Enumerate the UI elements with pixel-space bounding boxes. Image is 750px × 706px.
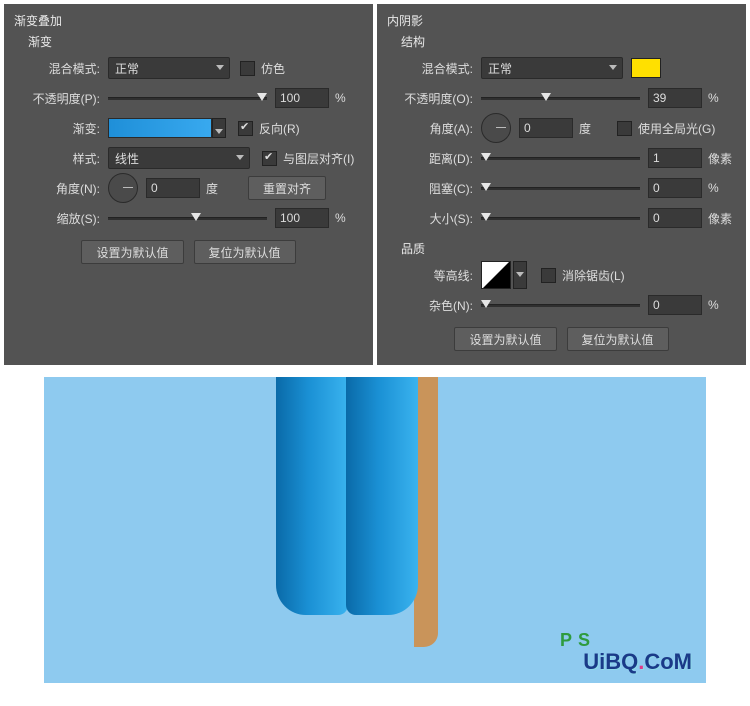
opacity-slider[interactable] — [108, 91, 267, 105]
opacity-slider[interactable] — [481, 91, 640, 105]
reset-align-button[interactable]: 重置对齐 — [248, 176, 326, 200]
gradient-label: 渐变: — [14, 120, 108, 137]
antialias-checkbox[interactable] — [541, 268, 556, 283]
blend-mode-select[interactable]: 正常 — [108, 57, 230, 79]
align-label: 与图层对齐(I) — [283, 150, 354, 167]
noise-slider[interactable] — [481, 298, 640, 312]
opacity-input[interactable]: 100 — [275, 88, 329, 108]
global-light-label: 使用全局光(G) — [638, 120, 715, 137]
color-swatch[interactable] — [631, 58, 661, 78]
angle-dial[interactable] — [481, 113, 511, 143]
section-structure: 结构 — [401, 33, 736, 50]
angle-input[interactable]: 0 — [519, 118, 573, 138]
opacity-label: 不透明度(P): — [14, 90, 108, 107]
contour-preview[interactable] — [481, 261, 511, 289]
watermark: UiBQ.CoM — [583, 649, 692, 675]
chevron-down-icon — [216, 65, 224, 70]
global-light-checkbox[interactable] — [617, 121, 632, 136]
angle-dial[interactable] — [108, 173, 138, 203]
align-checkbox[interactable] — [262, 151, 277, 166]
size-slider[interactable] — [481, 211, 640, 225]
blend-mode-label: 混合模式: — [387, 60, 481, 77]
noise-input[interactable]: 0 — [648, 295, 702, 315]
contour-picker-caret[interactable] — [513, 261, 527, 289]
panel-title: 内阴影 — [387, 12, 736, 29]
make-default-button[interactable]: 设置为默认值 — [81, 240, 183, 264]
scale-slider[interactable] — [108, 211, 267, 225]
chevron-down-icon — [609, 65, 617, 70]
panel-title: 渐变叠加 — [14, 12, 363, 29]
angle-label: 角度(A): — [387, 120, 481, 137]
scale-input[interactable]: 100 — [275, 208, 329, 228]
blend-mode-label: 混合模式: — [14, 60, 108, 77]
section-gradient: 渐变 — [28, 33, 363, 50]
distance-slider[interactable] — [481, 151, 640, 165]
blend-mode-select[interactable]: 正常 — [481, 57, 623, 79]
choke-slider[interactable] — [481, 181, 640, 195]
noise-label: 杂色(N): — [387, 297, 481, 314]
make-default-button[interactable]: 设置为默认值 — [454, 327, 556, 351]
gradient-overlay-panel: 渐变叠加 渐变 混合模式: 正常 仿色 不透明度(P): 100 % 渐变: 反… — [4, 4, 373, 365]
pencil-graphic — [266, 377, 426, 683]
dither-checkbox[interactable] — [240, 61, 255, 76]
dither-label: 仿色 — [261, 60, 285, 77]
angle-input[interactable]: 0 — [146, 178, 200, 198]
gradient-preview[interactable] — [108, 118, 212, 138]
inner-shadow-panel: 内阴影 结构 混合模式: 正常 不透明度(O): 39 % 角度(A): 0 度… — [377, 4, 746, 365]
ps-badge: PS — [560, 630, 596, 651]
reset-default-button[interactable]: 复位为默认值 — [194, 240, 296, 264]
chevron-down-icon — [236, 155, 244, 160]
style-label: 样式: — [14, 150, 108, 167]
gradient-picker-caret[interactable] — [212, 118, 226, 138]
section-quality: 品质 — [401, 240, 736, 257]
scale-label: 缩放(S): — [14, 210, 108, 227]
reverse-label: 反向(R) — [259, 120, 300, 137]
canvas-preview: PS UiBQ.CoM — [44, 377, 706, 683]
opacity-label: 不透明度(O): — [387, 90, 481, 107]
contour-label: 等高线: — [387, 267, 481, 284]
opacity-input[interactable]: 39 — [648, 88, 702, 108]
size-input[interactable]: 0 — [648, 208, 702, 228]
size-label: 大小(S): — [387, 210, 481, 227]
angle-label: 角度(N): — [14, 180, 108, 197]
choke-input[interactable]: 0 — [648, 178, 702, 198]
style-select[interactable]: 线性 — [108, 147, 250, 169]
reverse-checkbox[interactable] — [238, 121, 253, 136]
antialias-label: 消除锯齿(L) — [562, 267, 625, 284]
distance-input[interactable]: 1 — [648, 148, 702, 168]
reset-default-button[interactable]: 复位为默认值 — [567, 327, 669, 351]
choke-label: 阻塞(C): — [387, 180, 481, 197]
distance-label: 距离(D): — [387, 150, 481, 167]
